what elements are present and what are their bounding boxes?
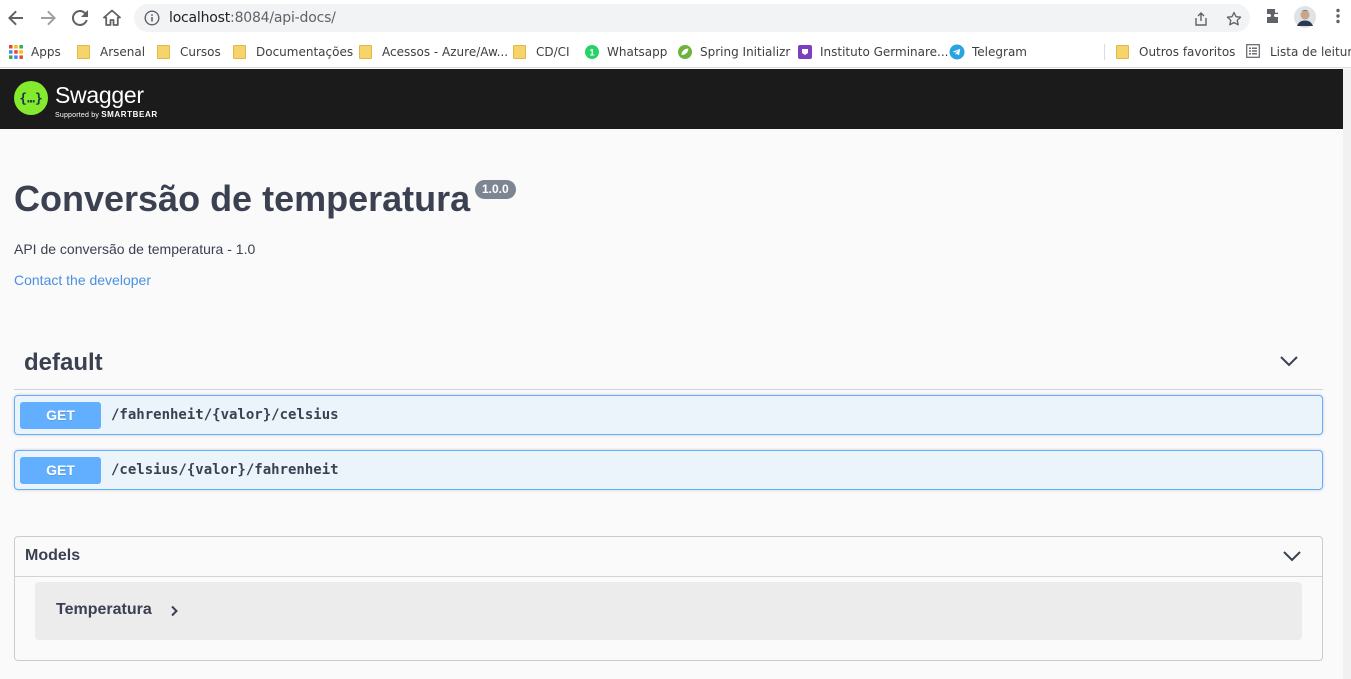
folder-icon bbox=[77, 45, 90, 59]
swagger-logo-icon[interactable]: {…} bbox=[14, 81, 48, 115]
browser-menu-icon[interactable] bbox=[1331, 7, 1345, 30]
bookmark-label: Instituto Germinare... bbox=[820, 45, 949, 59]
bookmark-whatsapp[interactable]: 1 Whatsapp bbox=[584, 43, 667, 61]
bookmark-outros-favoritos[interactable]: Outros favoritos bbox=[1116, 43, 1235, 61]
bookmark-label: Acessos - Azure/Aw... bbox=[382, 45, 509, 59]
models-header[interactable]: Models bbox=[15, 537, 1322, 577]
bookmark-acessos[interactable]: Acessos - Azure/Aw... bbox=[359, 43, 508, 61]
bookmark-label: Apps bbox=[31, 45, 61, 59]
site-info-icon[interactable] bbox=[144, 10, 160, 31]
extensions-icon[interactable] bbox=[1265, 7, 1283, 30]
spring-leaf-icon bbox=[677, 44, 693, 60]
svg-text:{…}: {…} bbox=[20, 92, 42, 107]
forward-icon[interactable] bbox=[37, 7, 59, 29]
folder-icon bbox=[233, 45, 246, 59]
reading-list-icon bbox=[1246, 44, 1262, 60]
address-bar[interactable]: localhost:8084/api-docs/ bbox=[134, 4, 1250, 32]
bookmark-label: Spring Initializr bbox=[700, 45, 791, 59]
back-icon[interactable] bbox=[5, 7, 27, 29]
svg-text:1: 1 bbox=[589, 48, 594, 58]
bookmark-label: Telegram bbox=[972, 45, 1027, 59]
profile-avatar[interactable] bbox=[1294, 6, 1316, 33]
tag-default-header[interactable]: default bbox=[14, 340, 1323, 390]
models-section: Models Temperatura bbox=[14, 536, 1323, 661]
bookmark-apps[interactable]: Apps bbox=[8, 43, 61, 61]
chevron-down-icon[interactable] bbox=[1279, 354, 1299, 373]
url-text[interactable]: localhost:8084/api-docs/ bbox=[169, 10, 336, 26]
api-description: API de conversão de temperatura - 1.0 bbox=[14, 241, 256, 257]
bookmark-cursos[interactable]: Cursos bbox=[157, 43, 221, 61]
folder-icon bbox=[513, 45, 526, 59]
bookmarks-bar: Apps Arsenal Cursos Documentações Acesso… bbox=[0, 36, 1351, 68]
bookmark-label: Cursos bbox=[180, 45, 221, 59]
bookmark-star-icon[interactable] bbox=[1226, 11, 1242, 32]
germinare-icon bbox=[797, 44, 813, 60]
bookmark-telegram[interactable]: Telegram bbox=[949, 43, 1027, 61]
version-badge: 1.0.0 bbox=[475, 180, 516, 199]
page-scrollbar[interactable] bbox=[1343, 69, 1351, 679]
share-icon[interactable] bbox=[1193, 11, 1209, 32]
swagger-logo-text[interactable]: Swagger bbox=[55, 82, 144, 109]
http-method-badge: GET bbox=[20, 457, 101, 484]
page-title: Conversão de temperatura bbox=[14, 178, 471, 219]
operation-get-celsius-to-fahrenheit[interactable]: GET /celsius/{valor}/fahrenheit bbox=[14, 450, 1323, 490]
operation-path: /celsius/{valor}/fahrenheit bbox=[111, 462, 339, 478]
bookmark-spring[interactable]: Spring Initializr bbox=[677, 43, 790, 61]
bookmark-separator bbox=[1104, 44, 1105, 60]
bookmark-label: Whatsapp bbox=[607, 45, 668, 59]
bookmark-reading-list[interactable]: Lista de leitura bbox=[1246, 43, 1351, 61]
bookmark-arsenal[interactable]: Arsenal bbox=[77, 43, 145, 61]
bookmark-label: Documentações bbox=[256, 45, 354, 59]
swagger-topbar: {…} Swagger Supported by SMARTBEAR bbox=[0, 69, 1343, 129]
bookmark-cdci[interactable]: CD/CI bbox=[513, 43, 570, 61]
bookmark-label: CD/CI bbox=[536, 45, 570, 59]
contact-developer-link[interactable]: Contact the developer bbox=[14, 272, 151, 288]
bookmark-label: Arsenal bbox=[100, 45, 146, 59]
operation-get-fahrenheit-to-celsius[interactable]: GET /fahrenheit/{valor}/celsius bbox=[14, 395, 1323, 435]
bookmark-label: Outros favoritos bbox=[1139, 45, 1236, 59]
chevron-down-icon[interactable] bbox=[1282, 549, 1302, 568]
model-name: Temperatura bbox=[56, 601, 152, 618]
home-icon[interactable] bbox=[101, 7, 123, 29]
browser-toolbar: localhost:8084/api-docs/ bbox=[0, 0, 1351, 36]
bookmark-germinare[interactable]: Instituto Germinare... bbox=[797, 43, 949, 61]
reload-icon[interactable] bbox=[69, 7, 91, 29]
chevron-right-icon[interactable] bbox=[169, 604, 179, 622]
apps-grid-icon bbox=[8, 44, 24, 60]
folder-icon bbox=[1116, 45, 1129, 59]
folder-icon bbox=[157, 45, 170, 59]
model-temperatura[interactable]: Temperatura bbox=[35, 582, 1302, 640]
bookmark-documentacoes[interactable]: Documentações bbox=[233, 43, 353, 61]
models-title: Models bbox=[25, 547, 81, 564]
telegram-icon bbox=[949, 44, 965, 60]
bookmark-label: Lista de leitura bbox=[1270, 45, 1351, 59]
operation-path: /fahrenheit/{valor}/celsius bbox=[111, 407, 339, 423]
tag-name: default bbox=[24, 349, 103, 376]
swagger-logo-subtitle: Supported by SMARTBEAR bbox=[55, 110, 158, 119]
http-method-badge: GET bbox=[20, 402, 101, 429]
whatsapp-icon: 1 bbox=[584, 44, 600, 60]
folder-icon bbox=[359, 45, 372, 59]
